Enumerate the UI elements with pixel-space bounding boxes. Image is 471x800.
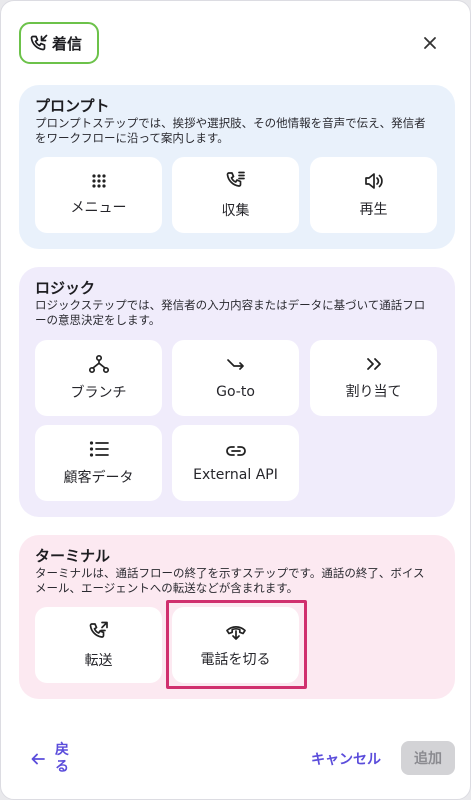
customer-data-label: 顧客データ (63, 470, 134, 486)
external-api-label: External API (193, 467, 278, 483)
prompt-title: プロンプト (35, 97, 110, 115)
hang-up-label: 電話を切る (200, 652, 271, 668)
goto-card[interactable]: Go-to (172, 340, 299, 416)
branch-icon (88, 354, 110, 374)
phone-transfer-icon (88, 620, 110, 642)
hang-up-icon (224, 621, 248, 641)
speaker-icon (363, 171, 385, 191)
hang-up-card[interactable]: 電話を切る (172, 607, 299, 683)
close-icon (424, 37, 436, 49)
terminal-title: ターミナル (35, 547, 111, 565)
assign-label: 割り当て (345, 384, 402, 400)
logic-description: ロジックステップでは、発信者の入力内容またはデータに基づいて通話フローの意思決定… (35, 298, 426, 327)
link-icon (224, 443, 248, 459)
customer-data-card[interactable]: 顧客データ (35, 425, 162, 501)
prompt-description: プロンプトステップでは、挨拶や選択肢、その他情報を音声で伝え、発信者をワークフロ… (35, 116, 426, 145)
goto-label: Go-to (216, 384, 255, 400)
arrow-left-icon (31, 753, 45, 765)
grid-dots-icon (91, 173, 107, 189)
back-button[interactable]: 戻る (31, 742, 71, 776)
transfer-label: 転送 (84, 653, 113, 669)
collect-label: 収集 (221, 203, 250, 219)
branch-label: ブランチ (70, 385, 127, 401)
cancel-button[interactable]: キャンセル (311, 749, 381, 769)
menu-card[interactable]: メニュー (35, 157, 162, 233)
play-card[interactable]: 再生 (310, 157, 437, 233)
phone-keypad-icon (225, 170, 247, 192)
menu-label: メニュー (70, 200, 127, 216)
close-button[interactable] (419, 32, 441, 54)
double-chevron-icon (364, 355, 384, 373)
assign-card[interactable]: 割り当て (310, 340, 437, 416)
add-button[interactable]: 追加 (401, 741, 455, 775)
collect-card[interactable]: 収集 (172, 157, 299, 233)
logic-title: ロジック (35, 279, 96, 297)
incoming-call-icon (29, 33, 49, 53)
branch-card[interactable]: ブランチ (35, 340, 162, 416)
back-label: 戻る (55, 742, 69, 775)
goto-arrow-icon (225, 356, 247, 376)
trigger-chip[interactable]: 着信 (19, 22, 99, 64)
trigger-title: 着信 (52, 34, 83, 53)
external-api-card[interactable]: External API (172, 425, 299, 501)
transfer-card[interactable]: 転送 (35, 607, 162, 683)
list-icon (88, 439, 110, 459)
terminal-description: ターミナルは、通話フローの終了を示すステップです。通話の終了、ボイスメール、エー… (35, 566, 425, 595)
add-step-panel: 着信 プロンプト プロンプトステップでは、挨拶や選択肢、その他情報を音声で伝え、… (0, 0, 471, 800)
play-label: 再生 (359, 202, 388, 218)
